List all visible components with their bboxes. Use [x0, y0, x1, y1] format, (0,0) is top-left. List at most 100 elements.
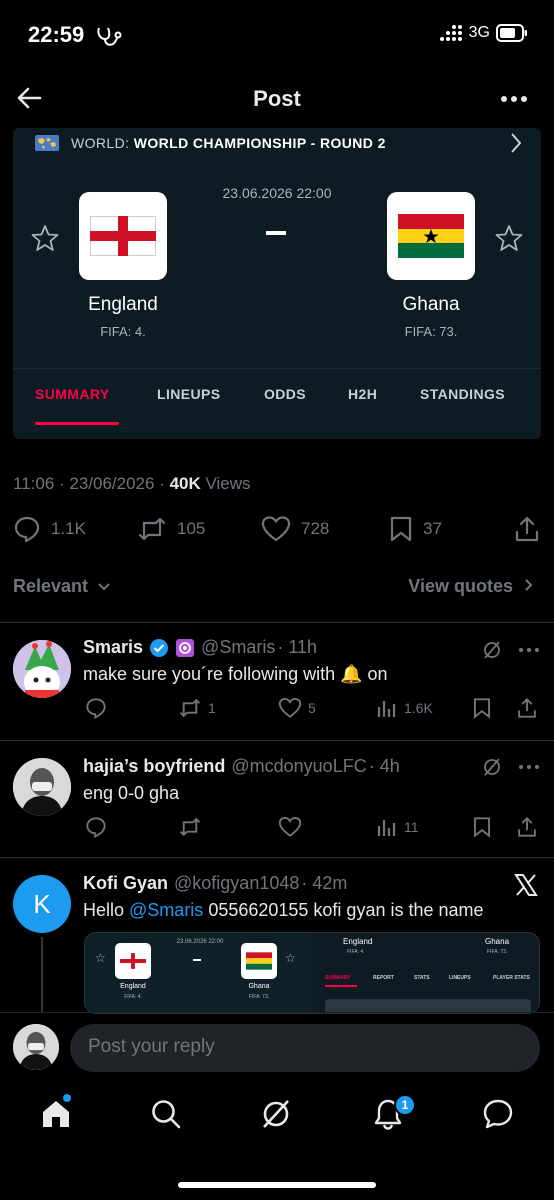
messages-icon[interactable] — [482, 1098, 514, 1130]
bell-icon: 🔔 — [340, 664, 363, 684]
bookmark-action[interactable]: 37 — [389, 515, 442, 543]
bookmark-icon[interactable] — [472, 697, 492, 719]
views-action[interactable]: 11 — [376, 816, 419, 838]
bookmark-icon[interactable] — [472, 816, 492, 838]
views-action[interactable]: 1.6K — [376, 697, 433, 719]
views-label: Views — [200, 474, 251, 493]
my-avatar-image — [13, 1024, 59, 1070]
preview-tab-player-stats: PLAYER STATS — [493, 975, 530, 981]
like-action[interactable]: 5 — [278, 697, 316, 719]
tab-summary[interactable]: SUMMARY — [35, 386, 110, 402]
avatar-letter: K — [33, 888, 51, 919]
like-action[interactable] — [278, 816, 302, 838]
reply-action[interactable] — [85, 697, 107, 719]
competition-name: WORLD CHAMPIONSHIP - ROUND 2 — [133, 135, 386, 151]
tab-odds[interactable]: ODDS — [264, 386, 306, 402]
sort-dropdown[interactable]: Relevant — [13, 576, 111, 597]
page-title: Post — [253, 86, 301, 111]
reply-time: · 4h — [368, 756, 400, 776]
preview-away-name: Ghana — [248, 983, 270, 990]
reply-author-handle[interactable]: @kofigyan1048 — [174, 873, 299, 894]
repost-icon — [179, 817, 201, 837]
search-icon[interactable] — [150, 1098, 182, 1130]
share-action[interactable] — [513, 515, 541, 543]
repost-action[interactable] — [178, 816, 202, 838]
reply-icon — [86, 817, 106, 838]
divider — [0, 857, 554, 858]
reply-author-handle[interactable]: @mcdonyuoLFC — [231, 756, 366, 777]
views-chart-icon — [377, 820, 396, 836]
network-type: 3G — [468, 24, 490, 41]
england-flag-icon — [90, 216, 156, 256]
home-team-name[interactable]: England — [53, 294, 193, 316]
reply-text: make sure you´re following with 🔔 on — [83, 664, 388, 685]
avatar[interactable]: K — [13, 875, 71, 933]
grok-icon[interactable] — [482, 757, 502, 777]
preview-away-rank: FIFA: 73. — [248, 994, 270, 1000]
more-options-icon[interactable] — [518, 647, 540, 653]
reply-author-name[interactable]: Kofi Gyan — [83, 873, 168, 894]
grok-icon[interactable] — [482, 640, 502, 660]
reply-time: · 11h — [277, 637, 318, 657]
views-count: 40K — [169, 474, 201, 493]
preview-date: 23.06.2026 22:00 — [176, 939, 224, 945]
post-timestamp: 11:06 · 23/06/2026 · — [13, 474, 170, 493]
preview-away-rank-right: FIFA: 73. — [487, 949, 508, 955]
heart-icon — [278, 817, 302, 837]
more-options-icon[interactable] — [500, 95, 528, 103]
post-actions: 1.1K 105 728 37 — [13, 515, 541, 545]
reply-author-name[interactable]: hajia’s boyfriend — [83, 756, 225, 777]
ghana-flag[interactable] — [387, 192, 475, 280]
my-avatar[interactable] — [13, 1024, 59, 1070]
favorite-star-away-icon[interactable] — [495, 224, 523, 252]
avatar[interactable] — [13, 758, 71, 816]
reply-icon — [14, 516, 40, 543]
match-card[interactable]: WORLD: WORLD CHAMPIONSHIP - ROUND 2 23.0… — [13, 128, 541, 439]
reply-action[interactable]: 1.1K — [13, 515, 86, 543]
tab-h2h[interactable]: H2H — [348, 386, 377, 402]
repost-action[interactable]: 1 — [178, 697, 216, 719]
chevron-right-icon[interactable] — [509, 132, 523, 154]
smaris-avatar-image — [13, 640, 71, 698]
preview-tab-report: REPORT — [373, 975, 394, 981]
attached-image[interactable]: 23.06.2026 22:00 ☆ ☆ England FIFA: 4. Gh… — [84, 932, 540, 1014]
competition-prefix: WORLD: — [71, 135, 130, 151]
repost-action[interactable]: 105 — [137, 515, 205, 543]
like-action[interactable]: 728 — [261, 515, 329, 543]
views-chart-icon — [377, 701, 396, 717]
reply-author-name[interactable]: Smaris — [83, 637, 143, 658]
reply-placeholder[interactable]: Post your reply — [88, 1036, 215, 1058]
repost-count: 105 — [177, 519, 206, 538]
ghana-flag-icon — [246, 952, 272, 970]
bookmark-icon — [390, 516, 412, 542]
mention-link[interactable]: @Smaris — [129, 900, 203, 920]
tab-lineups[interactable]: LINEUPS — [157, 386, 220, 402]
sort-label: Relevant — [13, 576, 89, 596]
away-team-name[interactable]: Ghana — [361, 294, 501, 316]
favorite-star-home-icon[interactable] — [31, 224, 59, 252]
competition-title: WORLD: WORLD CHAMPIONSHIP - ROUND 2 — [71, 135, 386, 151]
share-icon[interactable] — [516, 697, 538, 719]
reply-count: 1.1K — [51, 519, 86, 538]
preview-away-name-right: Ghana — [485, 937, 510, 946]
reply-author-handle[interactable]: @Smaris — [201, 637, 275, 658]
more-options-icon[interactable] — [518, 764, 540, 770]
reply-action[interactable] — [85, 816, 107, 838]
x-logo-icon — [514, 874, 538, 896]
tab-standings[interactable]: STANDINGS — [420, 386, 505, 402]
preview-star-home-icon: ☆ — [95, 951, 106, 965]
status-indicators: 3G — [439, 24, 528, 42]
share-icon[interactable] — [516, 816, 538, 838]
avatar[interactable] — [13, 640, 71, 698]
preview-england-flag — [115, 943, 151, 979]
home-unread-dot — [63, 1094, 71, 1102]
bookmark-count: 37 — [423, 519, 442, 538]
grok-icon[interactable] — [260, 1098, 292, 1130]
home-icon[interactable] — [40, 1098, 72, 1130]
repost-icon — [138, 517, 166, 541]
view-quotes-link[interactable]: View quotes — [408, 576, 534, 597]
england-flag[interactable] — [79, 192, 167, 280]
preview-ghana-flag — [241, 943, 277, 979]
mcdonyuo-avatar-image — [13, 758, 71, 816]
preview-dash — [193, 959, 201, 961]
